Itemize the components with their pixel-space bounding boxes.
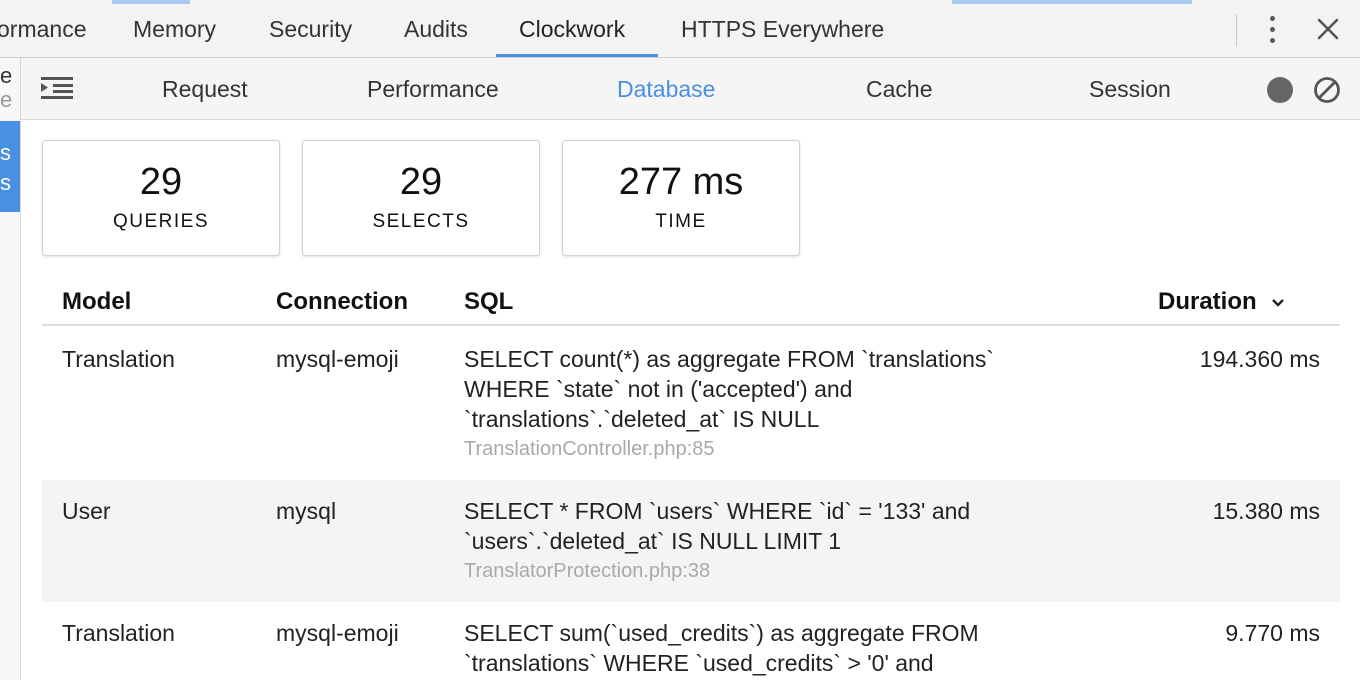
tab-security[interactable]: Security	[269, 0, 352, 57]
toggle-sidebar-icon[interactable]	[41, 76, 73, 100]
sql-line: WHERE `state` not in ('accepted') and	[464, 376, 853, 402]
selects-count: 29	[399, 161, 443, 203]
row-model: User	[62, 498, 111, 524]
source-file-link[interactable]: TranslationController.php:85	[464, 436, 1104, 462]
row-connection: mysql	[276, 498, 337, 524]
sql-line: `translations` WHERE `used_credits` > '0…	[464, 650, 934, 676]
queries-label: QUERIES	[112, 211, 210, 232]
row-connection: mysql-emoji	[276, 620, 399, 646]
header-connection[interactable]: Connection	[276, 288, 408, 316]
sidebar-selected-request[interactable]: s s	[0, 121, 20, 212]
tab-clockwork[interactable]: Clockwork	[519, 0, 625, 57]
clockwork-nav: Request Performance Database Cache Sessi…	[21, 58, 1360, 120]
header-model[interactable]: Model	[62, 288, 131, 316]
active-tab-indicator	[496, 54, 658, 57]
selects-label: SELECTS	[372, 211, 470, 232]
tab-session[interactable]: Session	[1089, 58, 1171, 119]
header-duration[interactable]: Duration	[1158, 288, 1285, 316]
tab-cache[interactable]: Cache	[866, 58, 932, 119]
header-sql[interactable]: SQL	[464, 288, 513, 316]
time-value: 277 ms	[618, 161, 744, 203]
sql-line: SELECT count(*) as aggregate FROM `trans…	[464, 346, 995, 372]
chevron-down-icon	[1271, 298, 1284, 307]
tab-request[interactable]: Request	[162, 58, 248, 119]
sidebar-subtext: e	[0, 87, 13, 112]
selects-card: 29 SELECTS	[302, 140, 540, 256]
table-row[interactable]: User mysql SELECT * FROM `users` WHERE `…	[42, 480, 1340, 602]
queries-count: 29	[139, 161, 183, 203]
tab-https-everywhere[interactable]: HTTPS Everywhere	[681, 0, 884, 57]
sql-line: `users`.`deleted_at` IS NULL LIMIT 1	[464, 528, 842, 554]
row-sql: SELECT * FROM `users` WHERE `id` = '133'…	[464, 496, 1104, 584]
toolbar-divider	[1236, 14, 1237, 46]
clear-icon[interactable]	[1313, 76, 1341, 104]
tab-performance-panel[interactable]: Performance	[367, 58, 499, 119]
sql-line: `translations`.`deleted_at` IS NULL	[464, 406, 820, 432]
table-row[interactable]: Translation mysql-emoji SELECT count(*) …	[42, 328, 1340, 480]
row-duration: 194.360 ms	[1199, 346, 1320, 372]
row-duration: 15.380 ms	[1212, 498, 1320, 524]
more-options-icon[interactable]	[1262, 14, 1284, 46]
strip-block	[952, 0, 1192, 4]
tab-database[interactable]: Database	[617, 58, 715, 119]
table-header: Model Connection SQL Duration	[42, 276, 1340, 326]
devtools-tab-bar: ormance Memory Security Audits Clockwork…	[0, 0, 1360, 58]
header-duration-label: Duration	[1158, 288, 1257, 315]
time-card: 277 ms TIME	[562, 140, 800, 256]
queries-card: 29 QUERIES	[42, 140, 280, 256]
time-label: TIME	[655, 211, 707, 232]
tab-memory[interactable]: Memory	[133, 0, 216, 57]
record-icon[interactable]	[1267, 77, 1293, 103]
row-model: Translation	[62, 346, 175, 372]
row-sql: SELECT count(*) as aggregate FROM `trans…	[464, 344, 1104, 462]
row-model: Translation	[62, 620, 175, 646]
row-connection: mysql-emoji	[276, 346, 399, 372]
tab-audits[interactable]: Audits	[404, 0, 468, 57]
close-icon[interactable]	[1315, 16, 1341, 42]
sidebar-selected-subtext: s	[0, 170, 11, 195]
tab-performance[interactable]: ormance	[0, 0, 86, 57]
source-file-link[interactable]: TranslatorProtection.php:38	[464, 558, 1104, 584]
table-row[interactable]: Translation mysql-emoji SELECT sum(`used…	[42, 602, 1340, 680]
row-sql: SELECT sum(`used_credits`) as aggregate …	[464, 618, 1104, 678]
sql-line: SELECT * FROM `users` WHERE `id` = '133'…	[464, 498, 971, 524]
sql-line: SELECT sum(`used_credits`) as aggregate …	[464, 620, 979, 646]
sidebar-text: e	[0, 63, 13, 88]
row-duration: 9.770 ms	[1225, 620, 1320, 646]
requests-sidebar: e e s s	[0, 58, 21, 680]
sidebar-selected-text: s	[0, 140, 11, 165]
